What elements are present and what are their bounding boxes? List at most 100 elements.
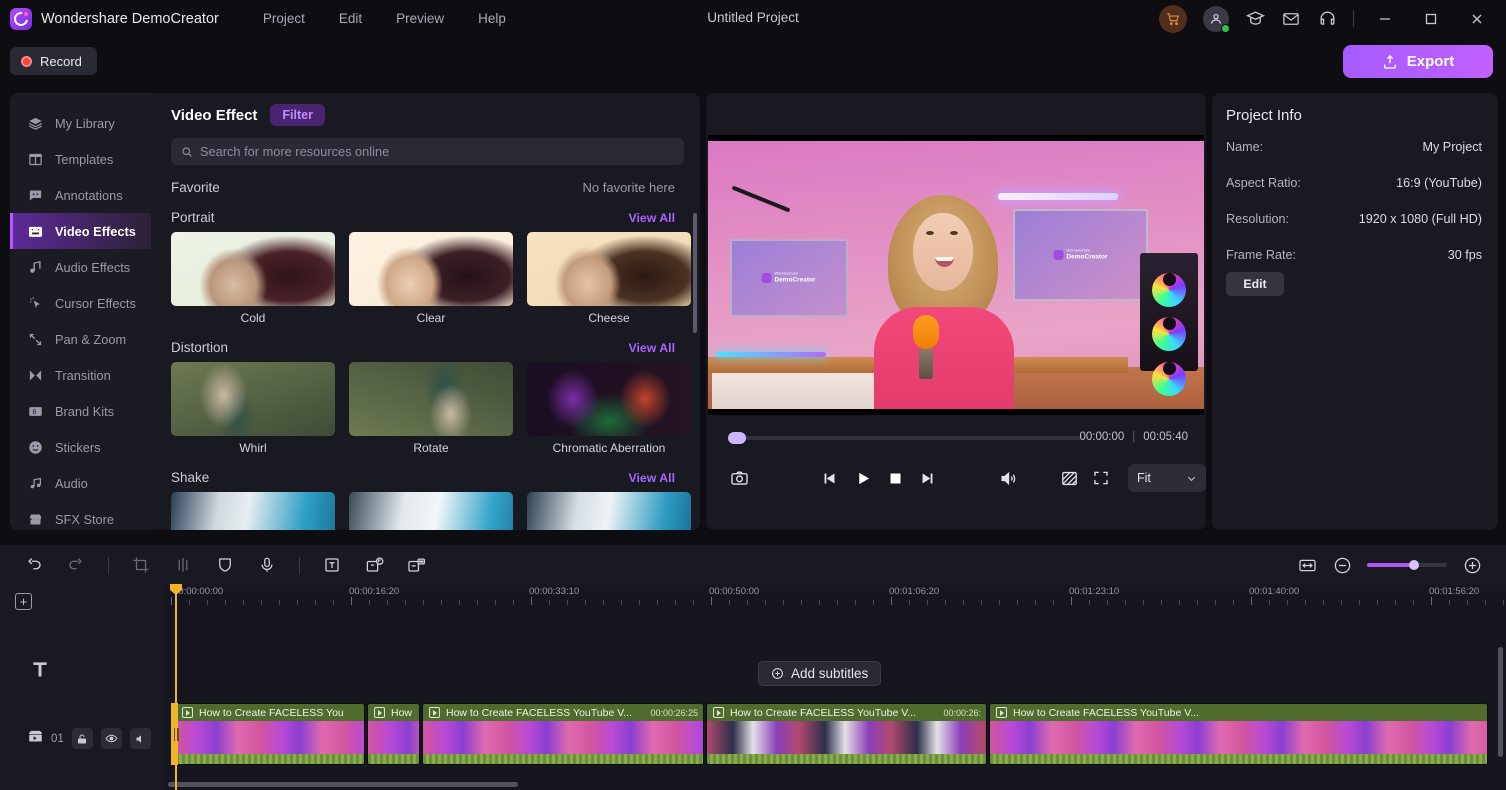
close-button[interactable] [1462, 8, 1492, 30]
timeline-clip[interactable]: How to Create FACELESS YouTube V... [989, 703, 1488, 765]
seek-handle[interactable] [728, 432, 746, 444]
ruler-label: 00:00:16:20 [349, 586, 400, 597]
sidebar-item-my-library[interactable]: My Library [10, 105, 151, 141]
shield-icon[interactable] [215, 555, 235, 575]
next-frame-icon[interactable] [919, 470, 936, 487]
zoom-slider-handle[interactable] [1409, 560, 1419, 570]
ruler-tick-major [531, 597, 532, 605]
music-note-icon [27, 475, 44, 492]
lock-icon[interactable] [71, 728, 93, 749]
cursor-effects-icon [27, 295, 44, 312]
academy-icon[interactable] [1245, 9, 1265, 29]
total-time: 00:05:40 [1143, 431, 1188, 443]
sidebar-item-transition[interactable]: Transition [10, 357, 151, 393]
video-canvas[interactable]: Wondershare DemoCreator Wondershare Demo… [708, 135, 1204, 415]
mute-icon[interactable] [129, 728, 151, 749]
ruler-tick-minor [639, 600, 640, 605]
search-input[interactable]: Search for more resources online [171, 138, 684, 165]
sidebar-item-stickers[interactable]: Stickers [10, 429, 151, 465]
undo-icon[interactable] [24, 555, 44, 575]
split-icon[interactable] [173, 555, 193, 575]
prev-frame-icon[interactable] [821, 470, 838, 487]
microphone-icon[interactable] [257, 555, 277, 575]
sidebar-item-audio[interactable]: Audio [10, 465, 151, 501]
effect-card-cheese[interactable]: Cheese [527, 232, 691, 325]
favorite-empty-text: No favorite here [582, 180, 676, 195]
timeline-clip[interactable]: How [367, 703, 420, 765]
sidebar-item-pan-zoom[interactable]: Pan & Zoom [10, 321, 151, 357]
effect-card-shake-2[interactable] [349, 492, 513, 530]
timeline-ruler[interactable]: 00:00:00:00 00:00:16:20 00:00:33:10 00:0… [165, 585, 1506, 609]
add-subtitles-button[interactable]: Add subtitles [758, 661, 882, 686]
online-status-dot [1221, 23, 1230, 33]
mask-icon[interactable] [1060, 469, 1079, 488]
toolbar-divider [108, 556, 109, 574]
snapshot-icon[interactable] [730, 469, 749, 488]
timeline-clip[interactable]: How to Create FACELESS YouTube V... 00:0… [706, 703, 987, 765]
effect-card-chromatic-aberration[interactable]: Chromatic Aberration [527, 362, 691, 455]
menu-edit[interactable]: Edit [339, 11, 362, 26]
effect-card-shake-3[interactable] [527, 492, 691, 530]
timeline-vertical-scrollbar[interactable] [1498, 647, 1503, 757]
crop-icon[interactable] [131, 555, 151, 575]
effect-card-shake-1[interactable] [171, 492, 335, 530]
timeline-horizontal-scrollbar[interactable] [168, 782, 518, 787]
fullscreen-icon[interactable] [1092, 469, 1110, 487]
mail-icon[interactable] [1281, 9, 1301, 29]
effect-card-rotate[interactable]: Rotate [349, 362, 513, 455]
sidebar-item-templates[interactable]: Templates [10, 141, 151, 177]
effect-card-cold[interactable]: Cold [171, 232, 335, 325]
sidebar-item-audio-effects[interactable]: Audio Effects [10, 249, 151, 285]
effects-scrollbar[interactable] [693, 213, 697, 333]
redo-icon[interactable] [66, 555, 86, 575]
caption-icon[interactable] [406, 555, 426, 575]
sidebar-item-brand-kits[interactable]: B Brand Kits [10, 393, 151, 429]
sidebar-item-video-effects[interactable]: Video Effects [10, 213, 151, 249]
video-effects-panel: Video Effect Filter Search for more reso… [151, 93, 700, 530]
effect-card-whirl[interactable]: Whirl [171, 362, 335, 455]
zoom-in-icon[interactable] [1462, 555, 1482, 575]
video-frame-image: Wondershare DemoCreator Wondershare Demo… [708, 135, 1204, 415]
stop-icon[interactable] [888, 471, 903, 486]
playhead[interactable] [175, 585, 177, 790]
sidebar-item-annotations[interactable]: Annotations [10, 177, 151, 213]
menu-preview[interactable]: Preview [396, 11, 444, 26]
sidebar-label: Transition [55, 367, 111, 383]
zoom-out-icon[interactable] [1332, 555, 1352, 575]
speech-to-text-icon[interactable] [364, 555, 384, 575]
fit-timeline-icon[interactable] [1297, 555, 1317, 575]
info-value: 1920 x 1080 (Full HD) [1358, 212, 1482, 226]
record-dot-icon [21, 55, 32, 67]
effect-card-clear[interactable]: Clear [349, 232, 513, 325]
record-button[interactable]: Record [10, 47, 97, 75]
effect-thumbnail [349, 492, 513, 530]
menu-help[interactable]: Help [478, 11, 506, 26]
filter-tab[interactable]: Filter [270, 104, 325, 126]
maximize-button[interactable] [1416, 8, 1446, 30]
section-header-portrait: Portrait View All [151, 210, 700, 225]
cart-icon[interactable] [1159, 4, 1187, 33]
add-track-button[interactable]: + [15, 593, 32, 610]
seek-track[interactable] [730, 436, 1082, 440]
minimize-button[interactable] [1370, 8, 1400, 30]
account-icon[interactable] [1203, 5, 1230, 33]
export-button[interactable]: Export [1343, 45, 1493, 78]
sidebar-item-sfx-store[interactable]: SFX Store [10, 501, 151, 530]
ruler-tick-minor [423, 600, 424, 605]
templates-icon [27, 151, 44, 168]
volume-icon[interactable] [999, 469, 1018, 488]
support-icon[interactable] [1317, 9, 1337, 29]
text-icon[interactable] [322, 555, 342, 575]
view-all-portrait[interactable]: View All [629, 211, 675, 225]
play-icon[interactable] [855, 470, 872, 487]
menu-project[interactable]: Project [263, 11, 305, 26]
view-all-shake[interactable]: View All [629, 471, 675, 485]
view-all-distortion[interactable]: View All [629, 341, 675, 355]
fit-dropdown[interactable]: Fit [1128, 464, 1206, 492]
timeline-clip[interactable]: How to Create FACELESS You [175, 703, 365, 765]
timeline-clip[interactable]: How to Create FACELESS YouTube V... 00:0… [422, 703, 704, 765]
sidebar-item-cursor-effects[interactable]: Cursor Effects [10, 285, 151, 321]
edit-project-button[interactable]: Edit [1226, 272, 1284, 296]
zoom-slider[interactable] [1367, 560, 1447, 570]
eye-icon[interactable] [100, 728, 122, 749]
